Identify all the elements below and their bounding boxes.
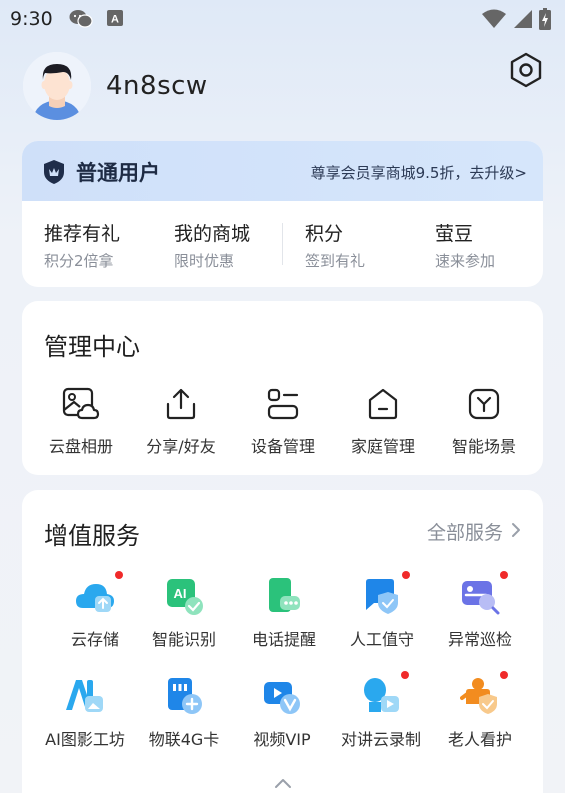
scene-icon [434,387,534,425]
service-manual-guard[interactable]: 人工值守 [330,571,434,650]
service-sim-card[interactable]: 物联4G卡 [132,676,236,750]
service-elder-care[interactable]: 老人看护 [428,671,532,750]
service-ai-studio[interactable]: AI图影工坊 [33,676,137,750]
status-time: 9:30 [10,8,53,30]
mgmt-item-share[interactable]: 分享/好友 [131,387,231,457]
signal-icon [513,9,533,33]
wechat-notification-icon [69,9,93,33]
service-label: 人工值守 [349,630,414,649]
benefit-title: 萤豆 [435,223,474,245]
notif-letter: A [111,14,119,26]
services-title: 增值服务 [44,522,140,550]
benefit-beans[interactable]: 萤豆 速来参加 [435,219,495,271]
service-label: 老人看护 [447,730,512,749]
benefit-subtitle: 积分2倍拿 [44,252,114,270]
settings-icon[interactable] [507,51,545,89]
benefit-subtitle: 签到有礼 [305,252,366,270]
benefit-referral[interactable]: 推荐有礼 积分2倍拿 [44,219,120,271]
username[interactable]: 4n8scw [106,71,208,101]
benefit-title: 推荐有礼 [44,223,121,245]
benefit-title: 积分 [305,223,344,245]
divider [282,223,283,265]
mgmt-item-scenes[interactable]: 智能场景 [434,387,534,457]
red-dot-badge [115,571,123,579]
device-icon [233,387,333,425]
share-icon [131,387,231,425]
wifi-icon [481,9,507,33]
status-bar: 9:30 A [0,0,565,38]
intercom-record-icon [361,671,409,716]
sim-card-icon [164,676,204,716]
ai-recognition-icon: AI [164,576,204,616]
chevron-right-icon [511,521,521,543]
benefit-subtitle: 速来参加 [435,252,496,270]
service-video-vip[interactable]: 视频VIP [230,676,334,750]
all-services-label: 全部服务 [426,522,503,544]
all-services-link[interactable]: 全部服务 [427,518,521,545]
red-dot-badge [500,571,508,579]
elder-care-icon [460,671,508,716]
service-label: 物联4G卡 [148,730,220,749]
home-icon [333,387,433,425]
member-level: 普通用户 [76,161,160,185]
ai-studio-icon [65,676,105,716]
service-intercom-record[interactable]: 对讲云录制 [329,671,433,750]
member-benefits: 推荐有礼 积分2倍拿 我的商城 限时优惠 积分 签到有礼 萤豆 速来参加 [22,201,543,287]
phone-alert-icon [264,576,304,616]
management-card: 管理中心 云盘相册 分享/好友 设备管理 家庭管理 智能场景 [22,301,543,475]
battery-icon [539,8,551,34]
service-label: AI图影工坊 [45,730,125,749]
benefit-subtitle: 限时优惠 [174,252,235,270]
red-dot-badge [402,571,410,579]
mgmt-label: 智能场景 [451,437,516,456]
service-label: 视频VIP [253,730,311,749]
management-title: 管理中心 [44,333,140,361]
manual-guard-icon [362,571,410,616]
benefit-points[interactable]: 积分 签到有礼 [305,219,365,271]
service-phone-alert[interactable]: 电话提醒 [232,576,336,650]
membership-card: 普通用户 尊享会员享商城9.5折，去升级> 推荐有礼 积分2倍拿 我的商城 限时… [22,141,543,287]
mgmt-item-family[interactable]: 家庭管理 [333,387,433,457]
mgmt-label: 分享/好友 [146,437,216,456]
member-shield-icon [42,159,66,189]
video-vip-icon [262,676,302,716]
photo-cloud-icon [31,387,131,425]
service-label: 智能识别 [151,630,216,649]
benefit-mall[interactable]: 我的商城 限时优惠 [174,219,250,271]
service-ai-recognition[interactable]: AI 智能识别 [132,576,236,650]
red-dot-badge [500,671,508,679]
svg-text:AI: AI [174,586,187,601]
service-inspection[interactable]: 异常巡检 [428,571,532,650]
red-dot-badge [401,671,409,679]
mgmt-label: 云盘相册 [48,437,113,456]
inspection-icon [460,571,508,616]
upgrade-link[interactable]: 尊享会员享商城9.5折，去升级> [311,162,527,183]
user-avatar[interactable] [23,52,91,120]
services-card: 增值服务 全部服务 云存储 AI 智能识别 电话提醒 人工值守 异常巡检 AI图… [22,490,543,793]
app-notification-icon: A [107,10,123,30]
mgmt-label: 设备管理 [250,437,315,456]
service-label: 对讲云录制 [340,730,421,749]
service-label: 异常巡检 [447,630,512,649]
membership-banner[interactable]: 普通用户 尊享会员享商城9.5折，去升级> [22,141,543,201]
service-label: 电话提醒 [251,630,316,649]
mgmt-label: 家庭管理 [350,437,415,456]
mgmt-item-devices[interactable]: 设备管理 [233,387,333,457]
mgmt-item-cloud-album[interactable]: 云盘相册 [31,387,131,457]
benefit-title: 我的商城 [174,223,251,245]
chevron-up-icon[interactable] [273,774,293,793]
cloud-storage-icon [75,571,123,616]
